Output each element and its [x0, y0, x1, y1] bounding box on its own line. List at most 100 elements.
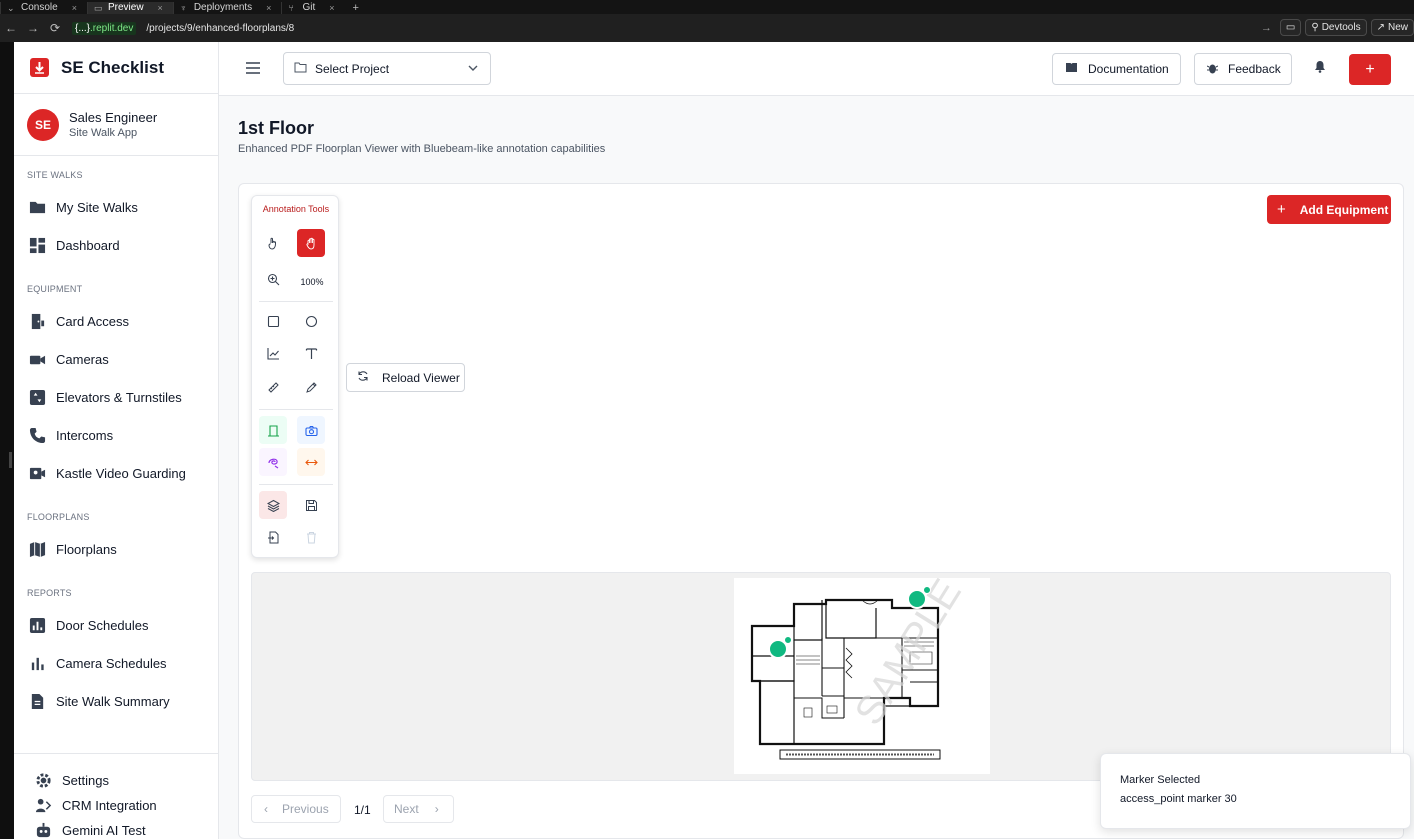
text-tool-button[interactable] [297, 339, 325, 367]
sidebar-item-label: Floorplans [56, 541, 117, 557]
sidebar-item-dashboard[interactable]: Dashboard [14, 226, 218, 264]
screen-icon[interactable]: ▭ [1279, 19, 1302, 36]
annotation-tools-panel: Annotation Tools 100% [251, 195, 339, 558]
sidebar-item-label: Settings [62, 773, 109, 788]
create-button[interactable]: + [1349, 54, 1391, 85]
sidebar-bottom: Settings CRM Integration Gemini AI Test [14, 753, 219, 839]
deploy-icon: ♆ [179, 3, 187, 13]
sidebar-item-kastle[interactable]: Kastle Video Guarding [14, 454, 218, 492]
address-bar-actions: → ▭ ⚲ Devtools ↗ New [1261, 19, 1414, 36]
annotation-tools-title: Annotation Tools [262, 204, 330, 214]
select-tool-button[interactable] [259, 229, 287, 257]
pen-tool-button[interactable] [297, 373, 325, 401]
toast-message: access_point marker 30 [1120, 793, 1237, 805]
sidebar-item-label: My Site Walks [56, 199, 138, 215]
user-name: Sales Engineer [69, 110, 158, 125]
previous-label: Previous [282, 802, 329, 816]
access-point-tool-button[interactable] [259, 416, 287, 444]
reload-viewer-button[interactable]: Reload Viewer [346, 363, 465, 392]
zoom-button[interactable] [259, 265, 287, 293]
close-icon[interactable]: × [266, 3, 271, 13]
sidebar-item-floorplans[interactable]: Floorplans [14, 530, 218, 568]
close-icon[interactable]: × [158, 3, 163, 13]
phone-icon [28, 426, 46, 444]
previous-page-button[interactable]: ‹ Previous [251, 795, 341, 823]
floorplan-page[interactable]: SAMPLE [734, 572, 990, 774]
git-icon: ⑂ [288, 3, 294, 13]
left-pane-edge [0, 42, 14, 839]
toast-title: Marker Selected [1120, 774, 1201, 786]
devtools-button[interactable]: ⚲ Devtools [1305, 19, 1367, 36]
go-arrow-icon[interactable]: → [1261, 22, 1272, 34]
resize-handle[interactable] [9, 452, 12, 468]
sidebar-item-my-site-walks[interactable]: My Site Walks [14, 188, 218, 226]
tab-preview[interactable]: ▭ Preview × [86, 2, 173, 14]
sidebar-item-gemini[interactable]: Gemini AI Test [14, 818, 219, 839]
line-chart-icon [266, 347, 279, 360]
sidebar-item-cameras[interactable]: Cameras [14, 340, 218, 378]
sidebar-item-label: Card Access [56, 313, 129, 329]
circle-icon [305, 315, 317, 327]
camera-icon [304, 425, 318, 436]
access-point-marker[interactable] [768, 636, 792, 659]
back-icon[interactable]: ← [0, 21, 22, 35]
user-profile[interactable]: SE Sales Engineer Site Walk App [14, 94, 218, 156]
video-guard-icon [28, 464, 46, 482]
circle-tool-button[interactable] [297, 307, 325, 335]
intercom-tool-button[interactable] [297, 448, 325, 476]
measure-tool-button[interactable] [259, 373, 287, 401]
save-button[interactable] [297, 491, 325, 519]
sidebar-item-elevators[interactable]: Elevators & Turnstiles [14, 378, 218, 416]
dashboard-icon [28, 236, 46, 254]
reload-icon[interactable]: ⟳ [44, 21, 66, 35]
close-icon[interactable]: × [329, 3, 334, 13]
elevator-tool-button[interactable] [259, 448, 287, 476]
text-icon [305, 347, 317, 359]
pointer-hand-icon [267, 237, 276, 250]
sidebar-item-camera-schedules[interactable]: Camera Schedules [14, 644, 218, 682]
sidebar-item-site-walk-summary[interactable]: Site Walk Summary [14, 682, 218, 720]
close-icon[interactable]: × [72, 3, 77, 13]
delete-button[interactable] [297, 523, 325, 551]
sidebar-item-card-access[interactable]: Card Access [14, 302, 218, 340]
next-page-button[interactable]: Next › [383, 795, 454, 823]
file-export-icon [267, 531, 278, 543]
documentation-button[interactable]: Documentation [1052, 53, 1181, 85]
sidebar-item-label: Gemini AI Test [62, 823, 146, 838]
sidebar-item-crm[interactable]: CRM Integration [14, 793, 219, 818]
sidebar-item-label: Kastle Video Guarding [56, 465, 186, 481]
sidebar: SE Checklist SE Sales Engineer Site Walk… [14, 42, 219, 839]
pan-tool-button[interactable] [297, 229, 325, 257]
layers-button[interactable] [259, 491, 287, 519]
line-tool-button[interactable] [259, 339, 287, 367]
url-field[interactable]: {...}.replit.dev /projects/9/enhanced-fl… [72, 21, 294, 35]
page-title: 1st Floor [238, 118, 315, 138]
sidebar-item-intercoms[interactable]: Intercoms [14, 416, 218, 454]
bell-icon[interactable] [1314, 60, 1326, 78]
new-window-button[interactable]: ↗ New [1370, 19, 1414, 36]
brand[interactable]: SE Checklist [14, 42, 218, 94]
sidebar-item-settings[interactable]: Settings [14, 768, 219, 793]
export-button[interactable] [259, 523, 287, 551]
sidebar-item-door-schedules[interactable]: Door Schedules [14, 606, 218, 644]
project-select[interactable]: Select Project [283, 52, 491, 85]
new-tab-button[interactable]: + [344, 2, 366, 14]
tab-console[interactable]: ⌄ Console × [0, 2, 87, 14]
reload-viewer-label: Reload Viewer [382, 370, 460, 385]
feedback-button[interactable]: Feedback [1194, 53, 1292, 85]
forward-icon[interactable]: → [22, 21, 44, 35]
square-icon [267, 315, 279, 327]
add-equipment-label: Add Equipment [1299, 202, 1389, 217]
add-equipment-button[interactable]: + Add Equipment [1267, 195, 1391, 224]
marker-selected-toast[interactable]: Marker Selected access_point marker 30 [1100, 753, 1411, 829]
rectangle-tool-button[interactable] [259, 307, 287, 335]
tab-deployments[interactable]: ♆ Deployments × [172, 2, 282, 14]
divider [259, 409, 333, 410]
menu-icon[interactable] [245, 61, 261, 75]
pen-icon [305, 381, 317, 393]
door-marker-icon [267, 424, 279, 437]
camera-tool-button[interactable] [297, 416, 325, 444]
video-camera-icon [28, 350, 46, 368]
url-host: {...}.replit.dev [72, 21, 137, 35]
tab-git[interactable]: ⑂ Git × [281, 2, 344, 14]
